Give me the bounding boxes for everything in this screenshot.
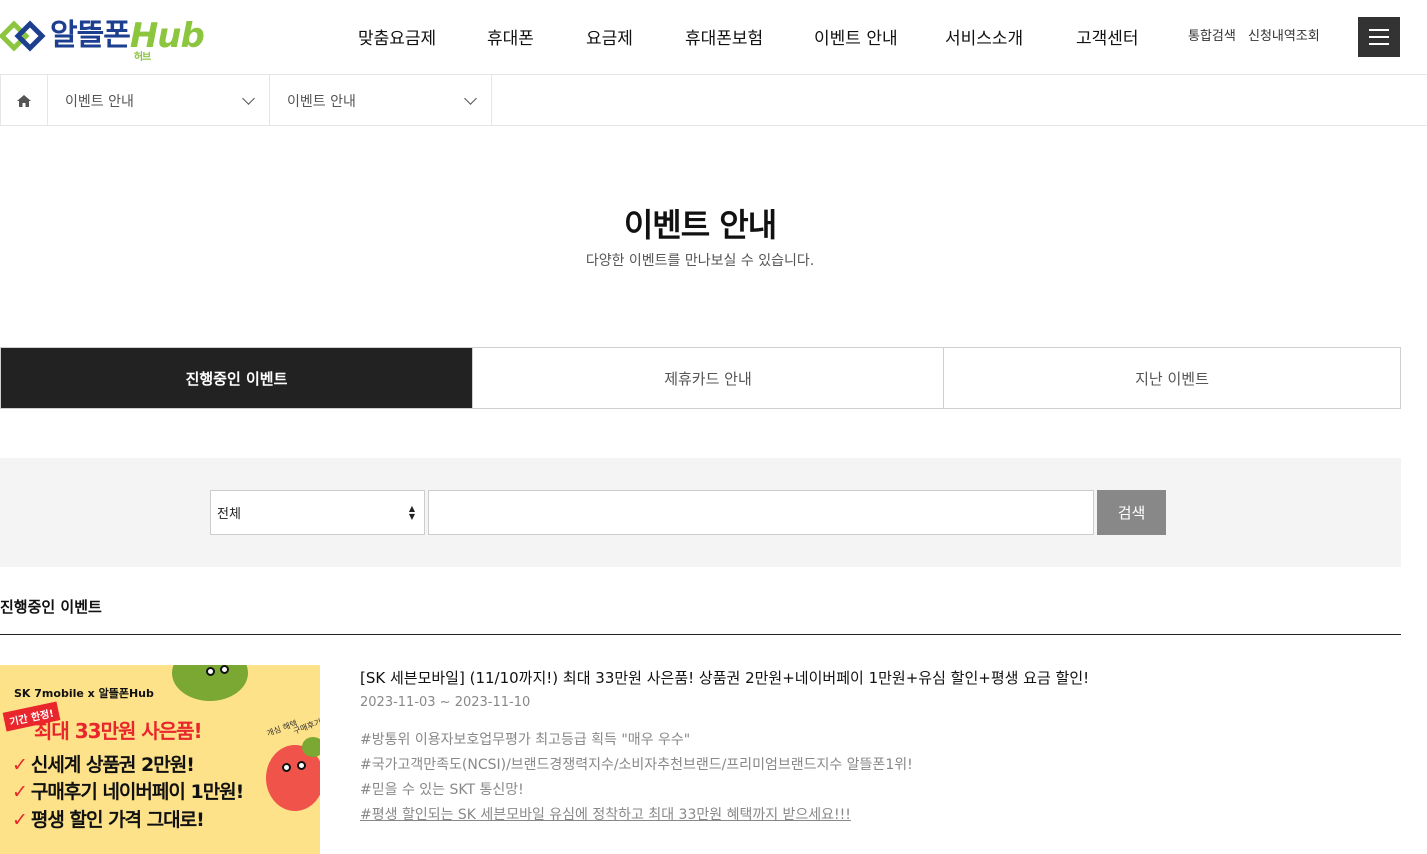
event-date: 2023-11-03 ~ 2023-11-10 [360, 695, 531, 710]
nav-item-phones[interactable]: 휴대폰 [487, 24, 534, 49]
logo-hub: Hub 허브 [129, 16, 205, 63]
chevron-down-icon [242, 92, 255, 105]
tab-ongoing-events[interactable]: 진행중인 이벤트 [1, 348, 472, 408]
event-tabs: 진행중인 이벤트 제휴카드 안내 지난 이벤트 [0, 347, 1401, 409]
list-divider [0, 634, 1401, 635]
search-category-value: 전체 [217, 507, 241, 522]
home-icon [17, 94, 31, 107]
nav-item-support[interactable]: 고객센터 [1076, 24, 1139, 49]
character-eye [282, 763, 291, 772]
site-header: 알뜰폰 Hub 허브 맞춤요금제 휴대폰 요금제 휴대폰보험 이벤트 안내 서비… [0, 0, 1427, 75]
event-desc-line: #믿을 수 있는 SKT 통신망! [360, 782, 524, 798]
character-eye [206, 667, 215, 676]
thumb-brand: SK 7mobile x 알뜰폰Hub [14, 687, 154, 700]
nav-item-plans[interactable]: 요금제 [586, 24, 633, 49]
search-button[interactable]: 검색 [1097, 490, 1166, 535]
page-subtitle: 다양한 이벤트를 만나보실 수 있습니다. [585, 253, 815, 269]
event-desc-link[interactable]: #평생 할인되는 SK 세븐모바일 유심에 정착하고 최대 33만원 혜택까지 … [360, 804, 851, 824]
thumb-line: ✓ 평생 할인 가격 그대로! [12, 805, 205, 832]
breadcrumb-depth2-label: 이벤트 안내 [287, 93, 356, 110]
search-area: 전체 ▲ ▼ 검색 [0, 458, 1401, 567]
thumb-headline: 최대 33만원 사은품! [34, 719, 203, 743]
application-history-link[interactable]: 신청내역조회 [1248, 25, 1320, 44]
character-eye [220, 665, 229, 674]
thumb-line-text: 구매후기 네이버페이 1만원! [30, 781, 244, 803]
chevron-down-icon [464, 92, 477, 105]
list-heading: 진행중인 이벤트 [0, 598, 102, 616]
thumb-line: ✓ 신세계 상품권 2만원! [12, 750, 195, 777]
event-desc-line: #방통위 이용자보호업무평가 최고등급 획득 "매우 우수" [360, 732, 691, 748]
check-icon: ✓ [12, 809, 28, 831]
logo-hub-text: Hub [129, 16, 205, 56]
nav-item-custom-plan[interactable]: 맞춤요금제 [358, 24, 436, 49]
event-desc-line: #국가고객만족도(NCSI)/브랜드경쟁력지수/소비자추천브랜드/프리미엄브랜드… [360, 757, 913, 773]
breadcrumb-select-depth1[interactable]: 이벤트 안내 [48, 75, 270, 126]
hamburger-menu-button[interactable] [1358, 17, 1400, 57]
integrated-search-link[interactable]: 통합검색 [1188, 25, 1236, 44]
breadcrumb-home[interactable] [0, 75, 48, 126]
green-character-small [302, 737, 320, 757]
breadcrumb: 이벤트 안내 이벤트 안내 [0, 75, 1427, 126]
thumb-line-text: 신세계 상품권 2만원! [30, 754, 195, 776]
logo-hub-sub: 허브 [133, 52, 151, 63]
check-icon: ✓ [12, 754, 28, 776]
event-title[interactable]: [SK 세븐모바일] (11/10까지!) 최대 33만원 사은품! 상품권 2… [360, 667, 1089, 688]
nav-item-service[interactable]: 서비스소개 [945, 24, 1023, 49]
logo-mark-icon [0, 20, 46, 52]
page-title: 이벤트 안내 [623, 206, 777, 244]
select-updown-icon: ▲ ▼ [408, 504, 415, 521]
tab-partner-cards[interactable]: 제휴카드 안내 [472, 348, 943, 408]
breadcrumb-depth1-label: 이벤트 안내 [65, 93, 134, 110]
event-thumbnail[interactable]: SK 7mobile x 알뜰폰Hub 기간 한정! 최대 33만원 사은품! … [0, 665, 320, 854]
check-icon: ✓ [12, 781, 28, 803]
breadcrumb-select-depth2[interactable]: 이벤트 안내 [270, 75, 492, 126]
nav-item-events[interactable]: 이벤트 안내 [814, 24, 898, 49]
menu-bar [1369, 43, 1389, 45]
search-category-select[interactable]: 전체 ▲ ▼ [210, 490, 425, 535]
search-input[interactable] [428, 490, 1094, 535]
logo-text: 알뜰폰 [50, 18, 131, 53]
menu-bar [1369, 29, 1389, 31]
character-eye [297, 761, 306, 770]
menu-bar [1369, 36, 1389, 38]
tab-past-events[interactable]: 지난 이벤트 [943, 348, 1400, 408]
nav-item-insurance[interactable]: 휴대폰보험 [685, 24, 763, 49]
thumb-line-text: 평생 할인 가격 그대로! [30, 809, 205, 831]
thumb-line: ✓ 구매후기 네이버페이 1만원! [12, 777, 244, 804]
site-logo[interactable]: 알뜰폰 Hub 허브 [0, 12, 205, 63]
